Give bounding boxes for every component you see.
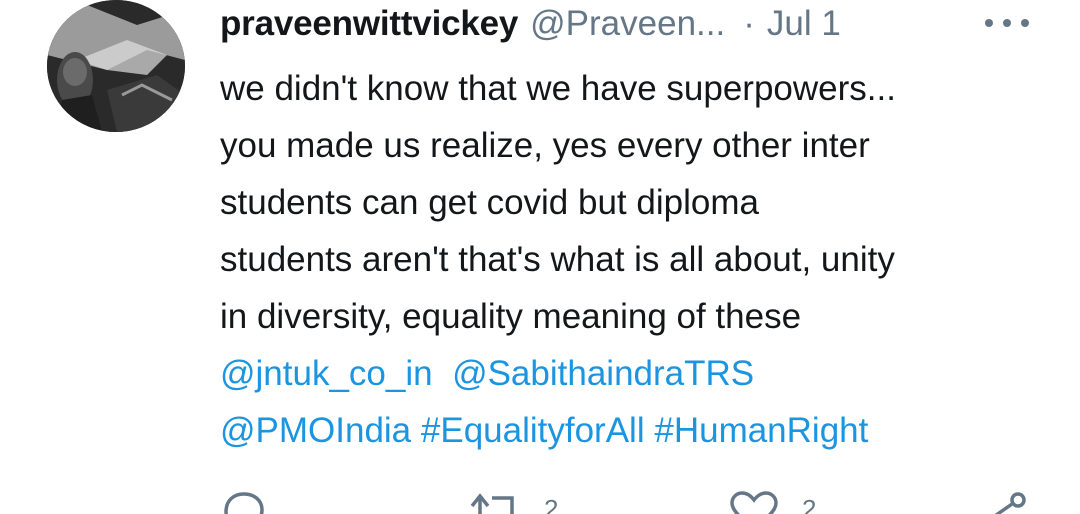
display-name[interactable]: praveenwittvickey [220, 4, 518, 44]
hashtag-link[interactable]: #HumanRight [654, 411, 868, 450]
more-dot [1021, 19, 1029, 27]
more-dot [985, 19, 993, 27]
user-handle[interactable]: @Praveen... [530, 4, 725, 44]
separator-dot: · [743, 4, 755, 43]
avatar[interactable] [47, 0, 185, 132]
tweet-text-line: students aren't that's what is all about… [220, 240, 895, 279]
share-button[interactable] [980, 490, 1030, 514]
tweet-text: we didn't know that we have superpowers.… [220, 60, 1060, 459]
mentions-line: @PMOIndia #EqualityforAll #HumanRight [220, 402, 1060, 459]
like-icon [730, 491, 778, 514]
reply-icon [224, 492, 264, 514]
share-icon [994, 492, 1026, 514]
mention-link[interactable]: @PMOIndia [220, 411, 411, 450]
hashtag-link[interactable]: #EqualityforAll [421, 411, 645, 450]
tweet-date[interactable]: Jul 1 [767, 4, 841, 44]
retweet-button[interactable]: 2 [468, 490, 558, 514]
avatar-photo [47, 0, 185, 132]
more-dot [1003, 19, 1011, 27]
retweet-count: 2 [544, 494, 559, 514]
tweet-header: praveenwittvickey @Praveen... · Jul 1 [220, 2, 841, 46]
action-bar: 2 2 [220, 490, 1040, 514]
more-icon[interactable] [985, 8, 1029, 38]
tweet[interactable]: praveenwittvickey @Praveen... · Jul 1 we… [0, 0, 1080, 514]
like-count: 2 [802, 494, 817, 514]
tweet-text-line: we didn't know that we have superpowers.… [220, 69, 896, 108]
reply-button[interactable] [220, 490, 268, 514]
mention-link[interactable]: @jntuk_co_in [220, 354, 433, 393]
mentions-line: @jntuk_co_in @SabithaindraTRS [220, 345, 1060, 402]
tweet-text-line: students can get covid but diploma [220, 183, 759, 222]
retweet-icon [470, 493, 514, 514]
tweet-text-line: you made us realize, yes every other int… [220, 126, 870, 165]
like-button[interactable]: 2 [726, 490, 816, 514]
tweet-text-line: in diversity, equality meaning of these [220, 297, 802, 336]
mention-link[interactable]: @SabithaindraTRS [452, 354, 754, 393]
